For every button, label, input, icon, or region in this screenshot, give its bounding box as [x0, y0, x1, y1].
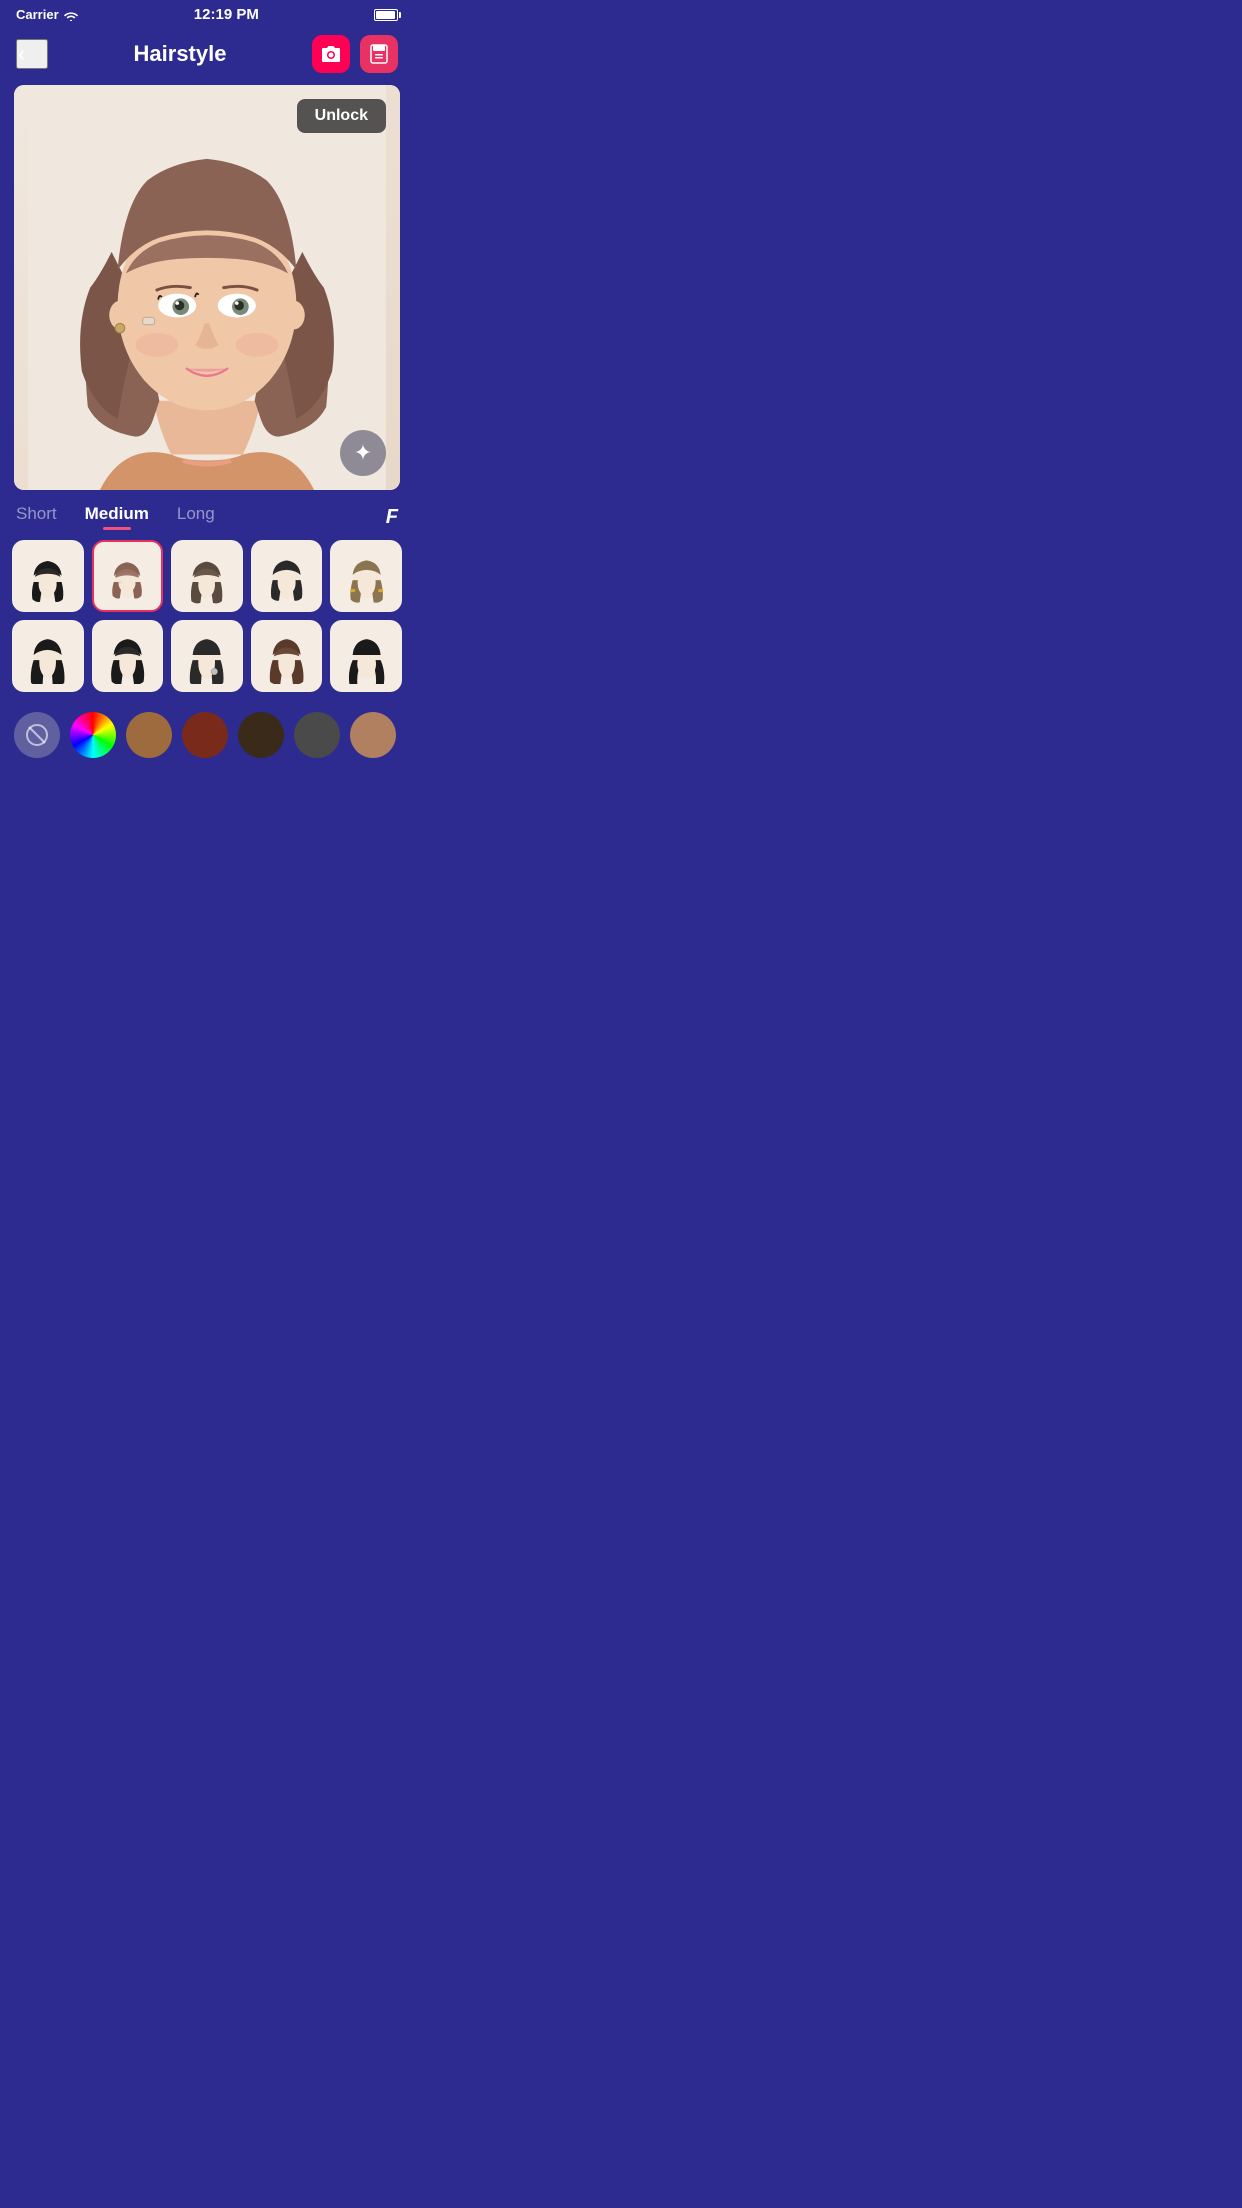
- image-area: Unlock ✦: [0, 85, 414, 490]
- color-swatch-rainbow[interactable]: [70, 712, 116, 758]
- header-actions: [312, 35, 398, 73]
- battery-area: [374, 9, 398, 21]
- hairstyle-item-4[interactable]: [251, 540, 323, 612]
- wifi-icon: [63, 9, 79, 20]
- color-swatch-red-brown[interactable]: [182, 712, 228, 758]
- tab-long[interactable]: Long: [177, 504, 215, 530]
- color-swatch-tan[interactable]: [350, 712, 396, 758]
- color-swatch-none[interactable]: [14, 712, 60, 758]
- carrier-label: Carrier: [16, 7, 59, 22]
- color-swatch-brown[interactable]: [126, 712, 172, 758]
- tab-medium[interactable]: Medium: [85, 504, 149, 530]
- magic-wand-button[interactable]: ✦: [340, 430, 386, 476]
- tab-short[interactable]: Short: [16, 504, 57, 530]
- magic-icon: ✦: [354, 440, 372, 466]
- main-photo: Unlock ✦: [14, 85, 400, 490]
- carrier-area: Carrier: [16, 7, 79, 22]
- hairstyle-item-6[interactable]: [12, 620, 84, 692]
- clock: 12:19 PM: [194, 6, 259, 23]
- gender-toggle[interactable]: F: [386, 506, 398, 529]
- hairstyle-grid: [0, 530, 414, 701]
- hairstyle-item-8[interactable]: [171, 620, 243, 692]
- header: ‹ Hairstyle: [0, 27, 414, 85]
- status-bar: Carrier 12:19 PM: [0, 0, 414, 27]
- length-tabs: Short Medium Long: [16, 504, 215, 530]
- hairstyle-item-9[interactable]: [251, 620, 323, 692]
- photo-container: Unlock ✦: [14, 85, 400, 490]
- camera-button[interactable]: [312, 35, 350, 73]
- hairstyle-item-3[interactable]: [171, 540, 243, 612]
- page-title: Hairstyle: [48, 41, 312, 67]
- color-swatch-dark-gray[interactable]: [294, 712, 340, 758]
- save-button[interactable]: [360, 35, 398, 73]
- tabs-section: Short Medium Long F: [0, 490, 414, 530]
- battery-icon: [374, 9, 398, 21]
- hairstyle-item-2[interactable]: [92, 540, 164, 612]
- hairstyle-item-10[interactable]: [330, 620, 402, 692]
- unlock-badge[interactable]: Unlock: [297, 99, 386, 133]
- back-button[interactable]: ‹: [16, 39, 48, 69]
- color-swatch-dark-brown[interactable]: [238, 712, 284, 758]
- color-swatches-row: [0, 702, 414, 774]
- hairstyle-item-5[interactable]: [330, 540, 402, 612]
- hairstyle-item-7[interactable]: [92, 620, 164, 692]
- hairstyle-item-1[interactable]: [12, 540, 84, 612]
